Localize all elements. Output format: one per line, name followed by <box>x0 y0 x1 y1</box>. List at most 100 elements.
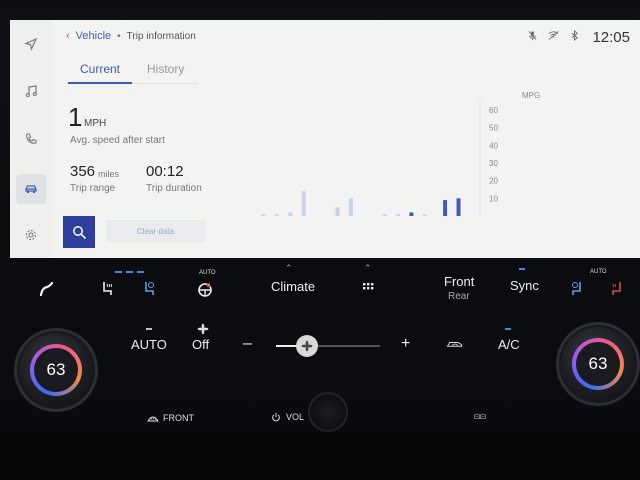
left-temperature-value: 63 <box>34 348 78 392</box>
seat-vent-level-3 <box>137 271 144 273</box>
right-temp-ring: 63 <box>572 338 624 390</box>
music-note-icon[interactable] <box>23 83 39 99</box>
front-zone-label[interactable]: Front <box>444 274 474 289</box>
avg-speed-label: Avg. speed after start <box>70 135 165 146</box>
steering-auto-icon[interactable] <box>194 278 216 300</box>
right-temperature-value: 63 <box>576 342 620 386</box>
console-bottom <box>0 432 640 480</box>
left-temp-ring: 63 <box>30 344 82 396</box>
bluetooth-icon <box>569 28 580 46</box>
right-temperature-knob[interactable]: 63 <box>556 322 640 406</box>
seat-heater-left-icon[interactable] <box>96 278 118 300</box>
seat-vent-left-icon[interactable] <box>138 278 160 300</box>
sync-button[interactable]: Sync <box>510 278 539 293</box>
breadcrumb-vehicle-link[interactable]: Vehicle <box>76 30 111 42</box>
chart-y-tick-label: 30 <box>489 159 498 168</box>
chart-bar <box>274 214 279 216</box>
search-button[interactable] <box>63 216 95 248</box>
chart-bar <box>456 198 461 216</box>
ac-indicator <box>505 328 511 330</box>
trip-duration-label: Trip duration <box>146 183 202 194</box>
seat-vent-right-icon[interactable] <box>566 278 588 300</box>
chart-bar <box>382 214 387 216</box>
fan-icon <box>301 340 313 352</box>
fan-small-icon <box>197 323 209 335</box>
active-tab-underline <box>68 82 132 84</box>
trip-range-unit: miles <box>98 169 120 179</box>
chart-bar <box>261 214 266 216</box>
climate-top-row: AUTO ⌃ Climate ⌃ Front Rear Sync AUTO <box>0 262 640 314</box>
seat-auto-tag: AUTO <box>590 269 607 275</box>
status-bar: 12:05 <box>527 28 630 46</box>
chart-bar <box>335 207 340 216</box>
chart-bar <box>443 200 448 216</box>
breadcrumb: ‹ Vehicle • Trip information <box>66 30 196 42</box>
seat-vent-level-1 <box>115 271 122 273</box>
tab-current[interactable]: Current <box>80 62 120 76</box>
ac-button[interactable]: A/C <box>498 337 520 352</box>
chart-y-tick-label: 10 <box>489 194 498 203</box>
trip-duration-value: 00:12 <box>146 163 184 180</box>
power-volume-button[interactable]: VOL <box>270 412 304 422</box>
tab-divider <box>132 83 198 84</box>
page-title: Trip information <box>126 30 196 42</box>
chart-y-tick-label: 60 <box>489 106 498 115</box>
rear-defrost-icon <box>474 414 486 419</box>
apps-expand-chevron[interactable]: ⌃ <box>364 263 372 274</box>
rear-defrost-button[interactable] <box>474 412 486 422</box>
signal-off-icon <box>548 28 559 46</box>
chart-bar <box>422 214 427 216</box>
clock: 12:05 <box>592 28 630 46</box>
avg-speed-unit: MPH <box>84 118 107 129</box>
back-chevron-icon[interactable]: ‹ <box>66 30 70 42</box>
recirculation-icon[interactable] <box>443 334 467 354</box>
seat-vent-level-2 <box>126 271 133 273</box>
auto-indicator <box>146 328 152 330</box>
search-icon <box>72 225 86 239</box>
chart-bar <box>288 212 293 216</box>
chart-bar <box>301 191 306 216</box>
climate-title[interactable]: Climate <box>271 279 315 294</box>
grid-menu-icon[interactable] <box>358 278 378 298</box>
seat-heater-right-icon[interactable] <box>606 278 628 300</box>
infotainment-display: ‹ Vehicle • Trip information 12:05 Curre… <box>0 0 640 480</box>
trip-range-label: Trip range <box>70 183 116 194</box>
fan-increase-button[interactable]: + <box>401 335 410 353</box>
sidebar <box>10 20 52 258</box>
steering-auto-tag: AUTO <box>199 270 216 276</box>
front-defrost-button[interactable]: FRONT <box>147 413 194 423</box>
auto-button[interactable]: AUTO <box>131 337 167 352</box>
chart-y-tick-label: 20 <box>489 177 498 186</box>
car-icon[interactable] <box>23 181 39 197</box>
gear-icon[interactable] <box>23 227 39 243</box>
rear-zone-label[interactable]: Rear <box>448 291 470 302</box>
fan-speed-thumb[interactable] <box>296 335 319 357</box>
fan-decrease-button[interactable]: – <box>243 335 252 353</box>
mic-muted-icon <box>527 28 538 46</box>
front-defrost-label: FRONT <box>163 413 194 423</box>
steering-heater-icon[interactable] <box>36 278 58 300</box>
chart-y-tick-label: 40 <box>489 141 498 150</box>
climate-expand-chevron[interactable]: ⌃ <box>285 263 293 274</box>
chart-y-axis-label: MPG <box>522 91 540 100</box>
chart-bar <box>348 198 353 216</box>
touchscreen: ‹ Vehicle • Trip information 12:05 Curre… <box>10 20 640 258</box>
chart-bar <box>396 214 400 216</box>
chart-bar <box>409 212 414 216</box>
trip-tabs: Current History <box>68 60 198 86</box>
trip-range-value: 356 <box>70 163 96 180</box>
left-temperature-knob[interactable]: 63 <box>14 328 98 412</box>
mpg-history-chart: MPG10203040506015105Now <box>261 91 540 216</box>
tab-history[interactable]: History <box>147 62 184 76</box>
navigation-arrow-icon[interactable] <box>23 36 39 52</box>
avg-speed-value: 1 <box>68 102 83 132</box>
volume-knob[interactable] <box>308 392 348 432</box>
phone-icon[interactable] <box>23 131 39 147</box>
sync-indicator <box>519 268 525 270</box>
volume-label: VOL <box>286 412 305 422</box>
front-defrost-icon <box>147 416 159 422</box>
breadcrumb-separator: • <box>117 30 121 42</box>
chart-y-tick-label: 50 <box>489 124 498 133</box>
clear-data-button[interactable]: Clear data <box>106 220 205 242</box>
fan-off-button[interactable]: Off <box>192 337 209 352</box>
